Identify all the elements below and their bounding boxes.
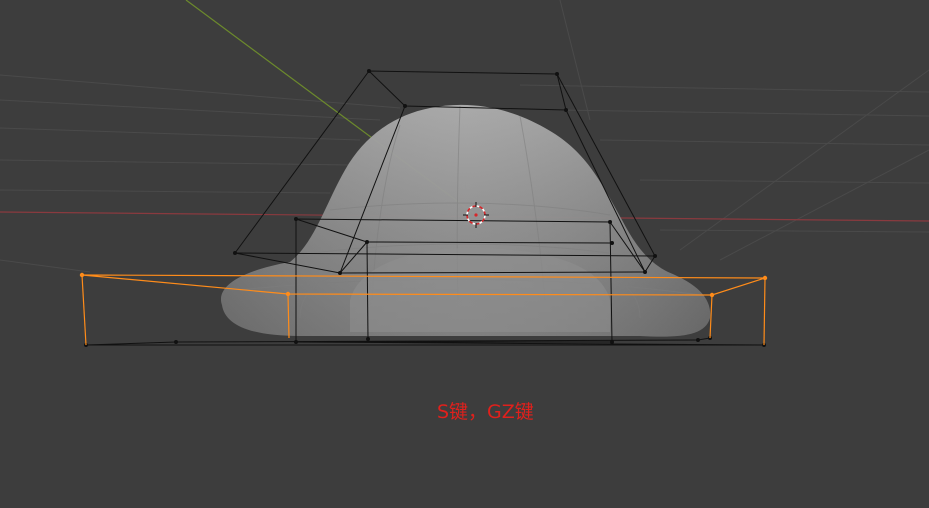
viewport-scene — [0, 0, 929, 347]
3d-viewport[interactable]: S键，GZ键 — [0, 0, 929, 508]
caption-text: S键，GZ键 — [437, 401, 534, 423]
